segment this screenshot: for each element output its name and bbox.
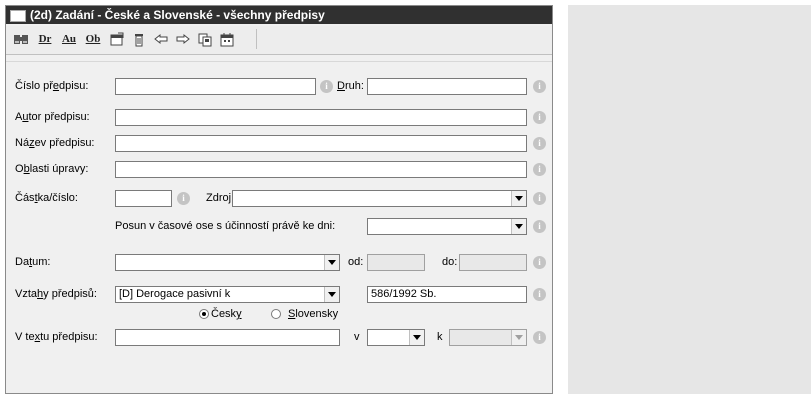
radio-cesky[interactable]	[199, 309, 209, 319]
vtextu-k-select[interactable]	[449, 329, 527, 346]
find-icon[interactable]	[13, 31, 31, 48]
oblast-filter-button[interactable]: Ob	[83, 31, 103, 48]
posun-date-select[interactable]	[367, 218, 527, 235]
castka-info-icon[interactable]: i	[177, 192, 190, 205]
vztahy-select[interactable]: [D] Derogace pasivní k	[115, 286, 340, 303]
chevron-down-icon[interactable]	[511, 330, 526, 345]
cislo-input[interactable]	[115, 78, 316, 95]
druh-filter-button[interactable]: Dr	[35, 31, 55, 48]
castka-label: Částka/číslo:	[15, 192, 78, 204]
chevron-down-icon[interactable]	[511, 191, 526, 206]
posun-info-icon[interactable]: i	[533, 220, 546, 233]
autor-input[interactable]	[115, 109, 527, 126]
title-bar: (2d) Zadání - České a Slovenské - všechn…	[6, 6, 552, 24]
radio-slovensky-label[interactable]: Slovensky	[288, 307, 338, 321]
datum-od-label: od:	[348, 256, 364, 268]
vtextu-info-icon[interactable]: i	[533, 331, 546, 344]
chevron-down-icon[interactable]	[511, 219, 526, 234]
window-title: (2d) Zadání - České a Slovenské - všechn…	[30, 8, 325, 22]
vtextu-input[interactable]	[115, 329, 340, 346]
oblasti-input[interactable]	[115, 161, 527, 178]
cislo-info-icon[interactable]: i	[320, 80, 333, 93]
properties-icon[interactable]	[109, 31, 127, 48]
druh-input[interactable]	[367, 78, 527, 95]
cislo-label: Číslo předpisu:	[15, 80, 89, 92]
datum-info-icon[interactable]: i	[533, 256, 546, 269]
datum-do-input[interactable]	[459, 254, 527, 271]
vtextu-v-label: v	[354, 331, 360, 343]
oblasti-label: Oblasti úpravy:	[15, 163, 89, 175]
autor-filter-button[interactable]: Au	[59, 31, 79, 48]
posun-label: Posun v časové ose s účinností právě ke …	[115, 220, 336, 232]
side-panel	[568, 5, 811, 394]
autor-label: Autor předpisu:	[15, 111, 90, 123]
oblasti-info-icon[interactable]: i	[533, 163, 546, 176]
vztahy-reference-input[interactable]: 586/1992 Sb.	[367, 286, 527, 303]
radio-slovensky[interactable]	[271, 309, 281, 319]
back-icon[interactable]	[153, 31, 171, 48]
zdroj-select[interactable]	[232, 190, 527, 207]
druh-info-icon[interactable]: i	[533, 80, 546, 93]
zdroj-info-icon[interactable]: i	[533, 192, 546, 205]
forward-icon[interactable]	[175, 31, 193, 48]
druh-label: Druh:	[337, 80, 364, 92]
vtextu-k-label: k	[437, 331, 443, 343]
copy-icon[interactable]	[197, 31, 215, 48]
chevron-down-icon[interactable]	[409, 330, 424, 345]
vtextu-label: V textu předpisu:	[15, 331, 98, 343]
window-icon	[10, 10, 26, 22]
castka-input[interactable]	[115, 190, 172, 207]
datum-od-input[interactable]	[367, 254, 425, 271]
nazev-label: Název předpisu:	[15, 137, 95, 149]
toolbar: Dr Au Ob	[6, 26, 552, 55]
vtextu-v-select[interactable]	[367, 329, 425, 346]
vztahy-label: Vztahy předpisů:	[15, 288, 97, 300]
nazev-input[interactable]	[115, 135, 527, 152]
toolbar-divider	[6, 61, 552, 62]
datum-do-label: do:	[442, 256, 458, 268]
datum-label: Datum:	[15, 256, 51, 268]
datum-select[interactable]	[115, 254, 340, 271]
autor-info-icon[interactable]: i	[533, 111, 546, 124]
vztahy-info-icon[interactable]: i	[533, 288, 546, 301]
chevron-down-icon[interactable]	[324, 255, 339, 270]
nazev-info-icon[interactable]: i	[533, 137, 546, 150]
chevron-down-icon[interactable]	[324, 287, 339, 302]
form-window: (2d) Zadání - České a Slovenské - všechn…	[5, 5, 553, 394]
zdroj-label: Zdroj:	[206, 192, 235, 204]
radio-cesky-label[interactable]: Česky	[211, 307, 242, 321]
trash-icon[interactable]	[131, 31, 149, 48]
calendar-icon[interactable]	[219, 31, 237, 48]
